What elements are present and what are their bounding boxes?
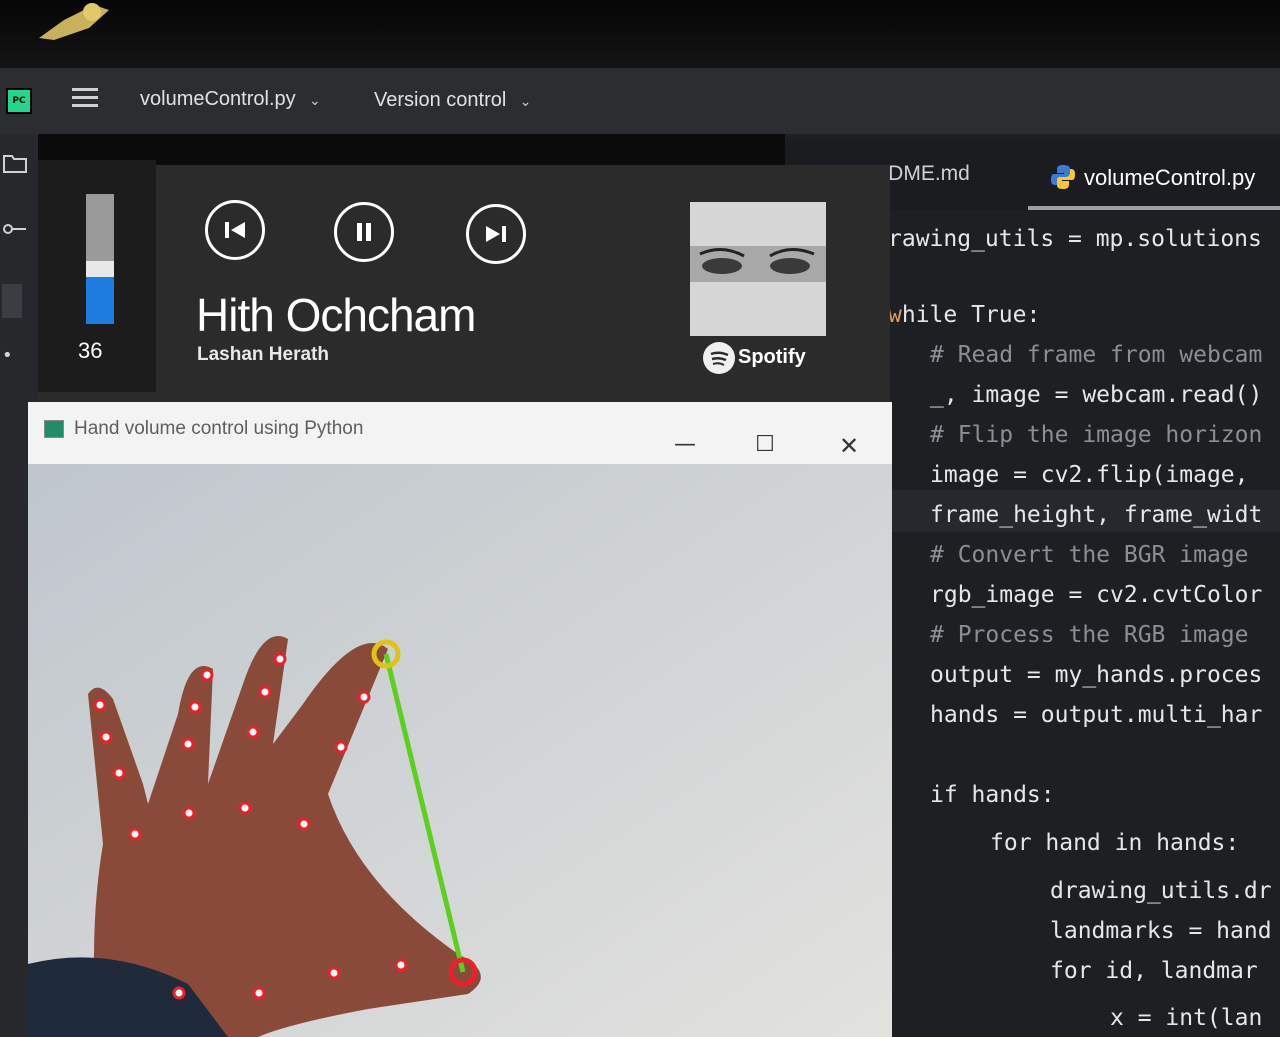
sticker-image <box>39 3 109 40</box>
code-comment[interactable]: # Flip the image horizon <box>930 422 1262 448</box>
album-art <box>690 202 826 336</box>
code-comment[interactable]: # Read frame from webcam <box>930 342 1262 368</box>
spotify-logo-icon <box>703 342 735 374</box>
next-track-button[interactable] <box>466 204 526 264</box>
version-control-label: Version control <box>374 89 507 111</box>
pycharm-logo-icon[interactable]: PC <box>6 88 32 114</box>
code-line[interactable]: if hands: <box>930 782 1055 808</box>
chevron-down-icon: ⌄ <box>511 93 532 109</box>
version-control-dropdown[interactable]: Version control ⌄ <box>374 89 531 112</box>
project-file-dropdown[interactable]: volumeControl.py ⌄ <box>140 88 321 111</box>
pause-icon <box>357 223 371 241</box>
previous-track-icon <box>225 222 245 238</box>
code-line[interactable]: while True: <box>888 302 1040 328</box>
code-line[interactable]: frame_height, frame_widt <box>930 502 1262 528</box>
next-track-icon <box>486 226 506 242</box>
previous-track-button[interactable] <box>205 200 265 260</box>
chevron-down-icon: ⌄ <box>301 92 321 108</box>
song-title: Hith Ochcham <box>196 289 476 341</box>
code-line[interactable]: x = int(lan <box>1110 1005 1262 1031</box>
structure-icon[interactable] <box>2 284 22 318</box>
project-file-label: volumeControl.py <box>140 88 296 110</box>
code-comment[interactable]: # Convert the BGR image <box>930 542 1249 568</box>
volume-value: 36 <box>78 338 103 363</box>
spotify-label: Spotify <box>738 346 806 368</box>
code-text: hile True: <box>901 302 1041 328</box>
camera-window-title: Hand volume control using Python <box>74 418 364 439</box>
code-line[interactable]: landmarks = hand <box>1050 918 1272 944</box>
volume-slider-thumb[interactable] <box>86 261 114 277</box>
code-line[interactable]: rgb_image = cv2.cvtColor <box>930 582 1262 608</box>
more-tools-icon[interactable]: • <box>2 345 30 367</box>
webcam-feed <box>28 464 892 1037</box>
minimize-button[interactable]: — <box>670 432 700 462</box>
code-line[interactable]: for id, landmar <box>1050 958 1258 984</box>
tab-volumecontrol-label: volumeControl.py <box>1084 165 1256 190</box>
code-line[interactable]: for hand in hands: <box>990 830 1239 856</box>
maximize-button[interactable]: ☐ <box>750 432 780 462</box>
code-line[interactable]: _, image = webcam.read() <box>930 382 1262 408</box>
code-line[interactable]: rawing_utils = mp.solutions <box>888 226 1262 252</box>
close-button[interactable]: ✕ <box>834 432 864 462</box>
volume-level-fill <box>86 277 114 324</box>
song-artist: Lashan Herath <box>197 344 329 365</box>
code-comment[interactable]: # Process the RGB image <box>930 622 1249 648</box>
main-menu-icon[interactable] <box>72 88 98 110</box>
commit-icon[interactable] <box>2 218 30 240</box>
monitor-bezel <box>0 0 1280 70</box>
project-folder-icon[interactable] <box>2 152 30 174</box>
code-line[interactable]: output = my_hands.proces <box>930 662 1262 688</box>
tab-volumecontrol[interactable]: volumeControl.py <box>1050 165 1255 191</box>
code-line[interactable]: image = cv2.flip(image, <box>930 462 1249 488</box>
active-tab-indicator <box>1028 206 1280 210</box>
app-icon <box>44 420 64 438</box>
pause-button[interactable] <box>334 202 394 262</box>
code-line[interactable]: drawing_utils.dr <box>1050 878 1272 904</box>
code-line[interactable]: hands = output.multi_har <box>930 702 1262 728</box>
